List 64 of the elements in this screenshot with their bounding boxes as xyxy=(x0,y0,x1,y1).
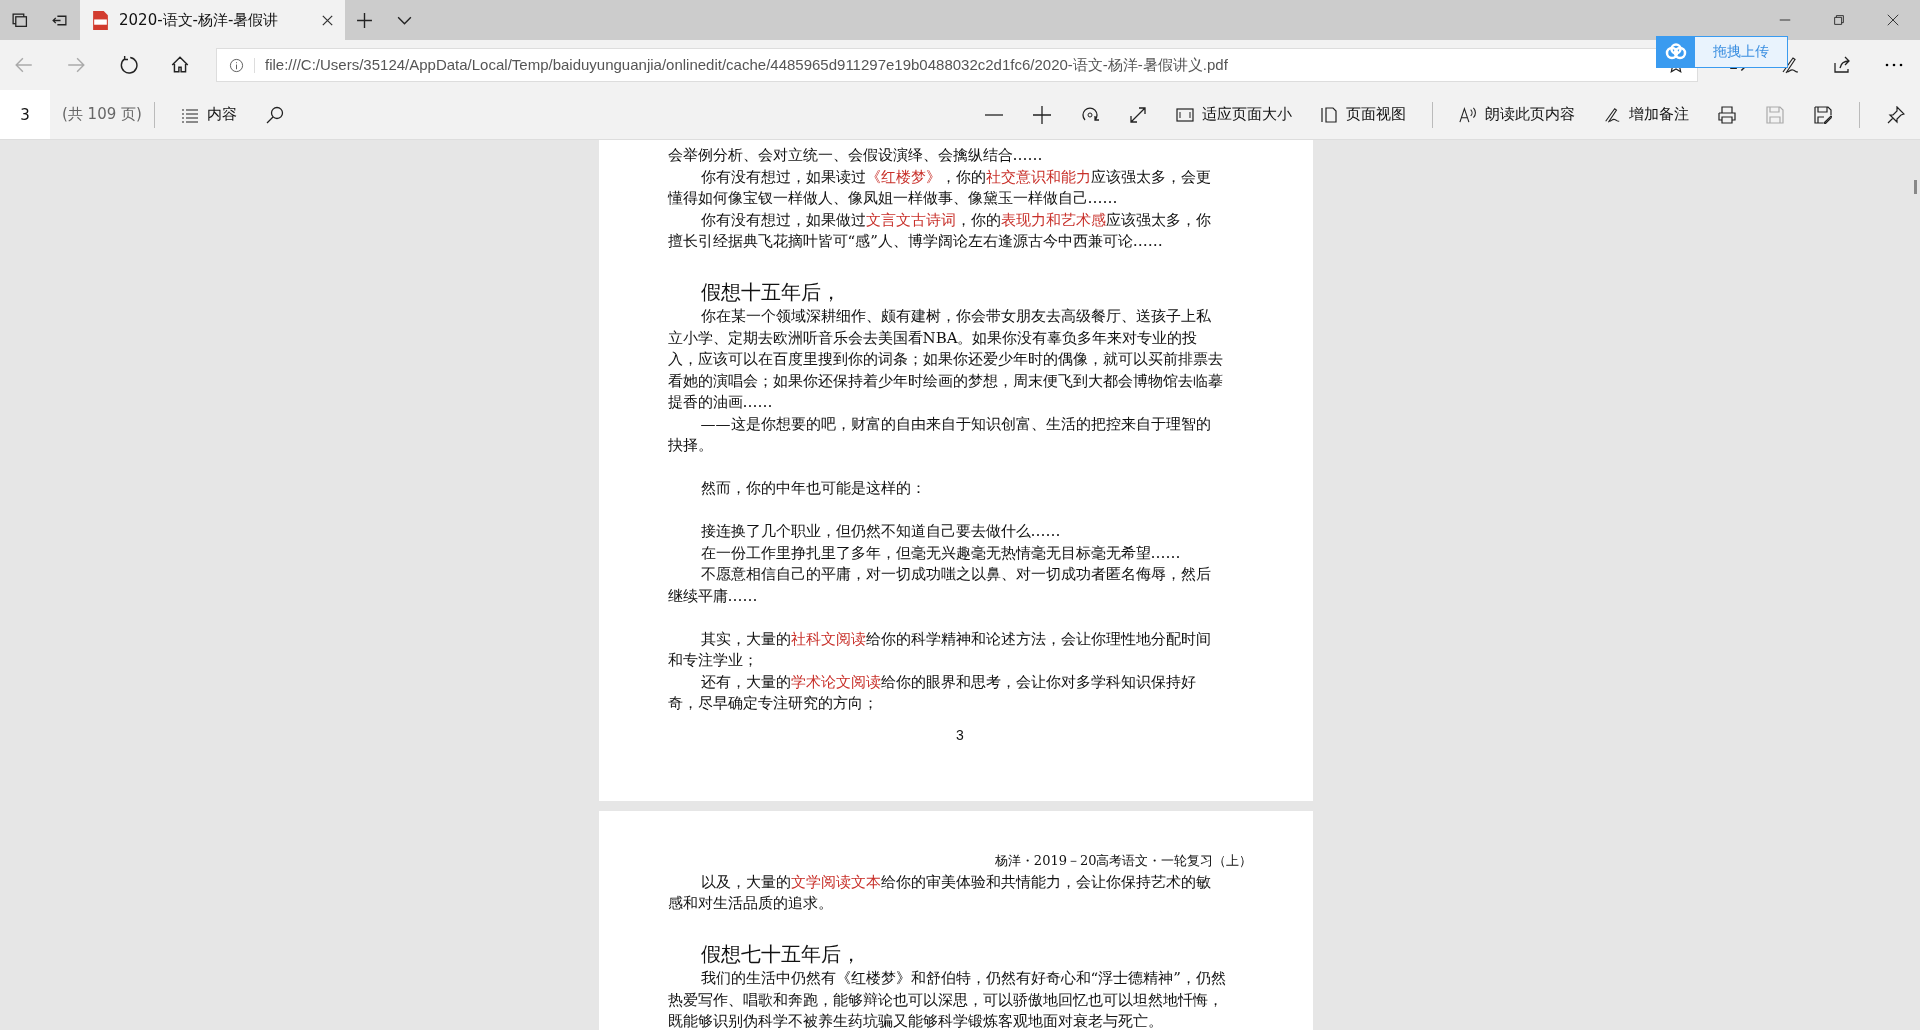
share-icon[interactable] xyxy=(1832,55,1852,75)
info-icon[interactable] xyxy=(229,57,255,73)
print-icon[interactable] xyxy=(1718,105,1736,124)
text-line: 你有没有想过，如果做过文言文古诗词，你的表现力和艺术感应该强太多，你 xyxy=(699,209,1212,231)
fit-page-icon xyxy=(1176,105,1194,124)
text-line: 既能够识别伪科学不被养生药坑骗又能够科学锻炼客观地面对衰老与死亡。 xyxy=(667,1011,1164,1030)
read-aloud-icon xyxy=(1459,105,1477,124)
contents-button[interactable]: 内容 xyxy=(174,101,243,128)
section-heading: 假想十五年后， xyxy=(699,279,842,306)
text-line: 继续平庸…… xyxy=(667,585,759,607)
text-line: 还有，大量的学术论文阅读给你的眼界和思考，会让你对多学科知识保持好 xyxy=(699,671,1197,693)
text-line: 我们的生活中仍然有《红楼梦》和舒伯特，仍然有好奇心和“浮士德精神”，仍然 xyxy=(699,968,1227,989)
text-line: 以及，大量的文学阅读文本给你的审美体验和共情能力，会让你保持艺术的敏 xyxy=(699,871,1212,893)
expand-icon[interactable] xyxy=(1129,105,1147,124)
rotate-icon[interactable] xyxy=(1081,105,1099,124)
text-line: 然而，你的中年也可能是这样的： xyxy=(699,478,927,499)
page-icon xyxy=(1320,105,1338,124)
text-line: 不愿意相信自己的平庸，对一切成功嗤之以鼻、对一切成功者匿名侮辱，然后 xyxy=(699,564,1212,585)
tab-title: 2020-语文-杨洋-暑假讲 xyxy=(119,10,280,30)
page-number-field[interactable]: 3 xyxy=(0,90,50,139)
text-line: 接连换了几个职业，但仍然不知道自己要去做什么…… xyxy=(699,521,1062,542)
text-line: 感和对生活品质的追求。 xyxy=(667,893,834,914)
text-line: 和专注学业； xyxy=(667,650,759,671)
new-tab-icon[interactable] xyxy=(356,11,373,29)
pin-icon[interactable] xyxy=(1887,105,1905,124)
page-view-button[interactable]: 页面视图 xyxy=(1314,101,1412,128)
text-line: 奇，尽早确定专注研究的方向； xyxy=(667,693,879,714)
text-line: 热爱写作、唱歌和奔跑，能够辩论也可以深思，可以骄傲地回忆也可以坦然地忏悔， xyxy=(667,989,1224,1011)
search-icon[interactable] xyxy=(265,105,284,124)
restore-icon[interactable] xyxy=(1832,13,1846,27)
refresh-icon[interactable] xyxy=(118,55,138,75)
text-line: 看她的演唱会；如果你还保持着少年时绘画的梦想，周末便飞到大都会博物馆去临摹 xyxy=(667,370,1224,392)
tabs-overview-icon[interactable] xyxy=(11,11,28,29)
zoom-in-icon[interactable] xyxy=(1033,105,1051,124)
upload-label: 拖拽上传 xyxy=(1695,37,1787,67)
save-as-icon[interactable] xyxy=(1814,105,1832,124)
home-icon[interactable] xyxy=(170,55,190,75)
text-line: 提香的油画…… xyxy=(667,392,774,413)
text-line: 你在某一个领域深耕细作、颇有建树，你会带女朋友去高级餐厅、送孩子上私 xyxy=(699,306,1212,327)
text-line: 入，应该可以在百度里搜到你的词条；如果你还爱少年时的偶像，就可以买前排票去 xyxy=(667,349,1224,370)
text-line: 在一份工作里挣扎里了多年，但毫无兴趣毫无热情毫无目标毫无希望…… xyxy=(699,542,1182,564)
text-line: 擅长引经据典飞花摘叶皆可“感”人、博学阔论左右逢源古今中西兼可论…… xyxy=(667,231,1164,252)
pen-icon xyxy=(1603,105,1621,124)
text-line: 其实，大量的社科文阅读给你的科学精神和论述方法，会让你理性地分配时间 xyxy=(699,628,1212,650)
page-count: (共 109 页) xyxy=(62,105,142,124)
address-field[interactable]: file:///C:/Users/35124/AppData/Local/Temp/baiduyunguanjia/onlinedit/cache/4485965d911297e19b0488032c2d1fc6/2020-语文-杨洋-暑假讲义.pdf xyxy=(216,48,1698,82)
scrollbar[interactable] xyxy=(1914,180,1917,194)
text-line: ——这是你想要的吧，财富的自由来自于知识创富、生活的把控来自于理智的 xyxy=(699,413,1212,435)
section-heading: 假想七十五年后， xyxy=(699,941,862,968)
text-line: 懂得如何像宝钗一样做人、像凤姐一样做事、像黛玉一样做自己…… xyxy=(667,188,1119,209)
text-line: 抉择。 xyxy=(667,435,714,456)
pen-icon[interactable] xyxy=(1780,55,1800,75)
browser-tab[interactable]: 2020-语文-杨洋-暑假讲 xyxy=(80,0,345,40)
page-header: 杨洋・2019－20高考语文・一轮复习（上） xyxy=(993,851,1253,870)
add-note-button[interactable]: 增加备注 xyxy=(1597,101,1695,128)
fit-page-button[interactable]: 适应页面大小 xyxy=(1170,101,1298,128)
text-line: 会举例分析、会对立统一、会假设演绎、会擒纵结合…… xyxy=(667,145,1044,166)
text-line: 你有没有想过，如果读过《红楼梦》，你的社交意识和能力应该强太多，会更 xyxy=(699,166,1212,188)
read-aloud-button[interactable]: 朗读此页内容 xyxy=(1453,101,1581,128)
text-line: 立小学、定期去欧洲听音乐会去美国看NBA。如果你没有辜负多年来对专业的投 xyxy=(667,327,1199,349)
close-icon[interactable] xyxy=(1886,13,1900,27)
cloud-icon xyxy=(1664,43,1688,61)
page-number: 3 xyxy=(955,726,965,743)
pdf-file-icon xyxy=(92,10,109,30)
